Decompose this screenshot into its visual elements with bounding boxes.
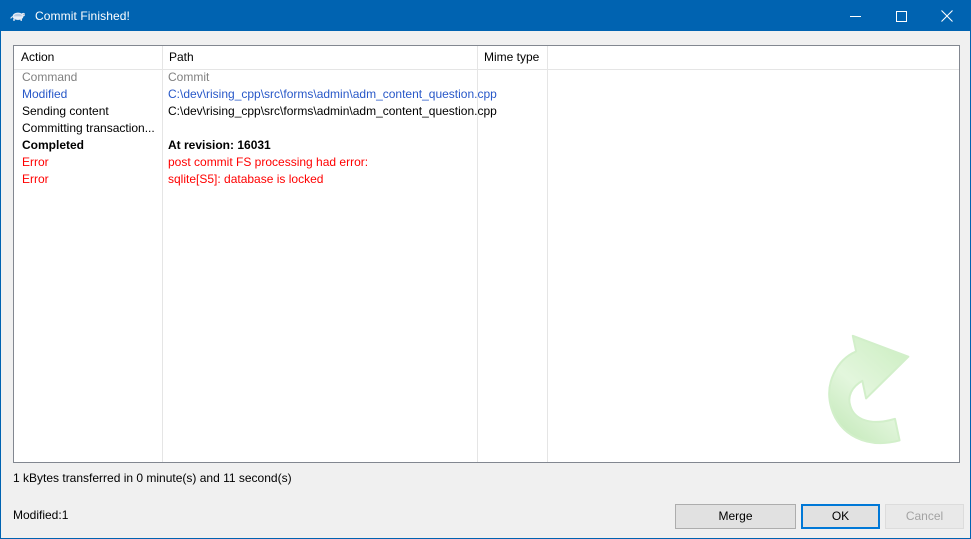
cell-path: post commit FS processing had error: xyxy=(168,155,369,169)
merge-button[interactable]: Merge xyxy=(675,504,796,529)
list-header: Action Path Mime type xyxy=(14,46,959,70)
maximize-icon[interactable] xyxy=(878,1,924,31)
title-bar: Commit Finished! xyxy=(1,1,970,31)
cell-action: Sending content xyxy=(22,104,109,118)
column-header-path[interactable]: Path xyxy=(162,46,477,69)
cell-path: sqlite[S5]: database is locked xyxy=(168,172,324,186)
cell-action: Command xyxy=(22,70,78,84)
window-controls xyxy=(832,1,970,31)
cell-action: Committing transaction... xyxy=(22,121,155,135)
table-row[interactable]: Command Commit xyxy=(14,69,959,86)
counts-status-text: Modified:1 xyxy=(13,508,69,522)
table-row[interactable]: Sending content C:\dev\rising_cpp\src\for… xyxy=(14,103,959,120)
column-header-action[interactable]: Action xyxy=(14,46,162,69)
column-header-mime-type[interactable]: Mime type xyxy=(477,46,547,69)
cell-path: C:\dev\rising_cpp\src\forms\admin\adm_co… xyxy=(168,104,497,118)
cell-path: At revision: 16031 xyxy=(168,138,271,152)
tortoise-icon xyxy=(10,8,26,24)
cell-path: C:\dev\rising_cpp\src\forms\admin\adm_co… xyxy=(168,87,497,101)
ok-button[interactable]: OK xyxy=(801,504,880,529)
commit-log-list[interactable]: Action Path Mime type Command Commit Modif… xyxy=(13,45,960,463)
list-body: Command Commit Modified C:\dev\rising_cpp\s… xyxy=(14,69,959,188)
cell-action: Completed xyxy=(22,138,85,152)
table-row[interactable]: Error sqlite[S5]: database is locked xyxy=(14,171,959,188)
commit-finished-window: Commit Finished! Action Path Mime type C… xyxy=(0,0,971,539)
curved-arrow-icon xyxy=(807,322,947,462)
table-row[interactable]: Error post commit FS processing had error… xyxy=(14,154,959,171)
transfer-status-text: 1 kBytes transferred in 0 minute(s) and … xyxy=(13,471,292,485)
close-icon[interactable] xyxy=(924,1,970,31)
cell-action: Modified xyxy=(22,87,68,101)
minimize-icon[interactable] xyxy=(832,1,878,31)
table-row[interactable]: Modified C:\dev\rising_cpp\src\forms\admi… xyxy=(14,86,959,103)
table-row[interactable]: Completed At revision: 16031 xyxy=(14,137,959,154)
cancel-button: Cancel xyxy=(885,504,964,529)
window-title: Commit Finished! xyxy=(35,9,130,23)
table-row[interactable]: Committing transaction... xyxy=(14,120,959,137)
cell-path: Commit xyxy=(168,70,210,84)
cell-action: Error xyxy=(22,172,49,186)
cell-action: Error xyxy=(22,155,49,169)
